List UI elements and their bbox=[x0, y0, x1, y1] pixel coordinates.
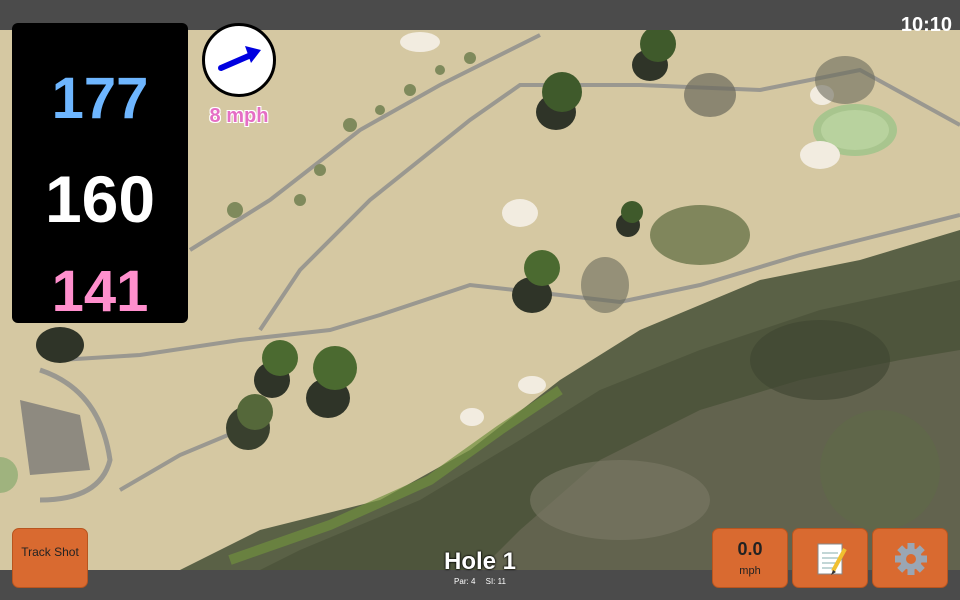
swing-speed-button[interactable]: 0.0 mph bbox=[712, 528, 788, 588]
track-shot-label: Track Shot bbox=[21, 545, 79, 559]
track-shot-button[interactable]: Track Shot bbox=[12, 528, 88, 588]
hole-stroke-index: SI: 11 bbox=[485, 577, 506, 586]
notes-button[interactable] bbox=[792, 528, 868, 588]
hole-info: Par: 4 SI: 11 bbox=[380, 577, 580, 586]
wind-indicator bbox=[202, 23, 276, 97]
settings-button[interactable] bbox=[872, 528, 948, 588]
front-yardage: 141 bbox=[51, 259, 149, 324]
gear-icon bbox=[895, 543, 927, 575]
center-yardage: 160 bbox=[44, 162, 156, 236]
notepad-icon bbox=[817, 543, 847, 575]
speed-unit: mph bbox=[739, 565, 761, 577]
wind-speed: 8 mph bbox=[209, 105, 269, 127]
wind-direction-arrow-icon bbox=[218, 46, 261, 71]
speed-value: 0.0 bbox=[737, 539, 763, 559]
back-yardage: 177 bbox=[51, 66, 149, 131]
hole-title: Hole 1 bbox=[443, 548, 517, 575]
status-time: 10:10 bbox=[900, 14, 952, 36]
yardage-panel: 177 160 141 bbox=[12, 23, 188, 324]
hole-par: Par: 4 bbox=[454, 577, 476, 586]
